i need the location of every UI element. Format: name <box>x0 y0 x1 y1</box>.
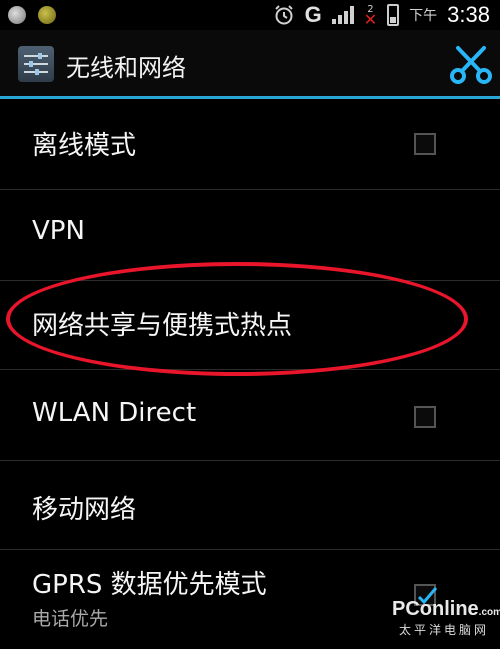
clock-time: 3:38 <box>447 2 490 27</box>
watermark-logo: PConline.com.cn 太平洋电脑网 <box>392 598 500 638</box>
list-item-airplane-mode[interactable]: 离线模式 <box>0 99 500 190</box>
status-bar: G 2 ✕ 下午 3:38 <box>0 0 500 30</box>
time-period-label: 下午 <box>409 8 438 24</box>
page-title: 无线和网络 <box>66 54 186 82</box>
airplane-mode-checkbox[interactable] <box>414 133 436 155</box>
alarm-clock-icon <box>274 5 293 25</box>
wlan-direct-checkbox[interactable] <box>414 406 436 428</box>
list-item-tethering-hotspot[interactable]: 网络共享与便携式热点 <box>0 281 500 370</box>
action-bar: 无线和网络 <box>0 30 500 96</box>
list-item-summary: 电话优先 <box>32 608 109 630</box>
list-item-label: WLAN Direct <box>32 398 197 428</box>
battery-icon <box>387 4 400 26</box>
list-item-label: 离线模式 <box>32 131 137 161</box>
settings-sliders-icon[interactable] <box>18 46 54 82</box>
watermark-brand: PConline <box>392 598 479 620</box>
list-item-wlan-direct[interactable]: WLAN Direct <box>0 370 500 461</box>
scissors-icon[interactable] <box>448 42 494 88</box>
watermark-domain: .com.cn <box>478 607 500 618</box>
app-notification-icon <box>38 6 56 24</box>
list-item-label: VPN <box>32 216 85 246</box>
notification-icon <box>8 6 26 24</box>
network-type-label: G <box>304 2 322 27</box>
settings-list: 离线模式 VPN 网络共享与便携式热点 WLAN Direct 移动网络 GPR… <box>0 99 500 640</box>
watermark-chinese: 太平洋电脑网 <box>398 623 489 637</box>
list-item-label: GPRS 数据优先模式 <box>32 570 267 600</box>
no-signal-x-icon: ✕ <box>363 10 378 29</box>
signal-strength-icon <box>331 6 354 24</box>
list-item-label: 移动网络 <box>32 495 137 525</box>
list-item-label: 网络共享与便携式热点 <box>32 311 293 341</box>
list-item-mobile-networks[interactable]: 移动网络 <box>0 461 500 550</box>
list-item-vpn[interactable]: VPN <box>0 190 500 281</box>
